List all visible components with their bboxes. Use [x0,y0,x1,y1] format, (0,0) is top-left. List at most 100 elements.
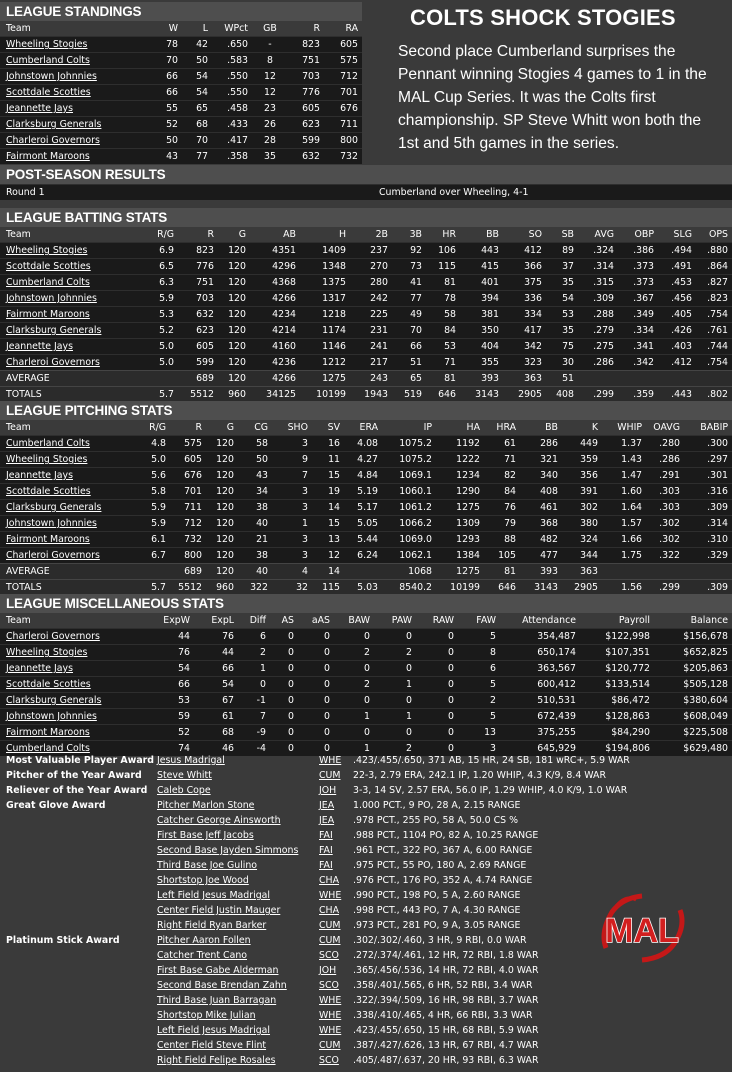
team-link[interactable]: Johnstown Johnnies [6,711,97,722]
award-team-link[interactable]: WHE [319,1023,341,1038]
award-team-link[interactable]: FAI [319,843,333,858]
award-team-link[interactable]: CUM [319,1038,341,1053]
stat-cell: .299 [646,579,684,595]
stat-cell: 71 [426,354,460,371]
award-player-link[interactable]: Right Field Ryan Barker [157,918,266,933]
team-link[interactable]: Charleroi Governors [6,135,100,146]
award-player-link[interactable]: Catcher George Ainsworth [157,813,281,828]
award-player-link[interactable]: Left Field Jesus Madrigal [157,1023,270,1038]
team-link[interactable]: Jeannette Jays [6,470,73,481]
team-link[interactable]: Clarksburg Generals [6,695,101,706]
award-team-link[interactable]: SCO [319,1053,339,1068]
team-link[interactable]: Wheeling Stogies [6,245,87,256]
award-team-link[interactable]: SCO [319,948,339,963]
team-link[interactable]: Jeannette Jays [6,341,73,352]
team-link[interactable]: Clarksburg Generals [6,502,101,513]
award-stats: .423/.455/.650, 15 HR, 68 RBI, 5.9 WAR [353,1025,539,1036]
team-link[interactable]: Fairmont Maroons [6,309,90,320]
stat-cell: 237 [350,242,392,259]
award-player-link[interactable]: Pitcher Aaron Follen [157,933,251,948]
team-link[interactable]: Fairmont Maroons [6,727,90,738]
award-team-link[interactable]: JOH [319,963,336,978]
stat-cell: 0 [334,660,374,677]
stat-cell: 356 [562,467,602,484]
award-player-link[interactable]: Caleb Cope [157,783,211,798]
team-link[interactable]: Johnstown Johnnies [6,293,97,304]
stat-cell: 412 [503,242,546,259]
stat-cell: 115 [426,258,460,275]
team-link[interactable]: Fairmont Maroons [6,534,90,545]
team-link[interactable]: Clarksburg Generals [6,119,101,130]
award-player-link[interactable]: Center Field Steve Flint [157,1038,266,1053]
team-link[interactable]: Scottdale Scotties [6,679,91,690]
stat-cell: 9 [272,451,312,468]
award-player-link[interactable]: First Base Gabe Alderman [157,963,278,978]
award-player-link[interactable]: Center Field Justin Mauger [157,903,280,918]
team-link[interactable]: Fairmont Maroons [6,151,90,162]
team-link[interactable]: Cumberland Colts [6,55,90,66]
team-cell: Jeannette Jays [0,338,148,355]
team-link[interactable]: Cumberland Colts [6,438,90,449]
award-team-link[interactable]: WHE [319,993,341,1008]
award-team-link[interactable]: WHE [319,888,341,903]
team-link[interactable]: Cumberland Colts [6,277,90,288]
award-player-link[interactable]: Third Base Juan Barragan [157,993,276,1008]
award-stats: 3-3, 14 SV, 2.57 ERA, 56.0 IP, 1.29 WHIP… [353,785,628,796]
stat-cell: .491 [658,258,696,275]
stat-cell: 0 [416,644,458,661]
team-link[interactable]: Wheeling Stogies [6,647,87,658]
average-row: AVERAGE 689 120 4266 1275 243 65 81 393 363 51 [0,370,732,387]
team-link[interactable]: Wheeling Stogies [6,454,87,465]
award-team-link[interactable]: FAI [319,858,333,873]
stat-cell: 38 [238,499,272,516]
stat-cell: 70 [392,322,426,339]
award-team-link[interactable]: JEA [319,813,334,828]
stat-cell: 0 [270,628,298,645]
stat-cell: 0 [416,724,458,741]
team-link[interactable]: Wheeling Stogies [6,39,87,50]
award-player-link[interactable]: First Base Jeff Jacobs [157,828,254,843]
award-team-link[interactable]: CUM [319,918,341,933]
award-player-link[interactable]: Shortstop Joe Wood [157,873,249,888]
award-player-link[interactable]: Steve Whitt [157,768,212,783]
award-team-link[interactable]: JOH [319,783,336,798]
team-link[interactable]: Jeannette Jays [6,663,73,674]
award-team-link[interactable]: CUM [319,768,341,783]
stat-cell: 1 [374,708,416,725]
team-link[interactable]: Charleroi Governors [6,550,100,561]
stat-cell: 6 [238,628,270,645]
award-team-link[interactable]: CHA [319,873,339,888]
award-player-link[interactable]: Second Base Brendan Zahn [157,978,287,993]
table-row: Scottdale Scotties 66 54 0 0 0 2 1 0 5 600,412 $133… [0,676,732,693]
stat-cell: 0 [270,676,298,693]
award-player-link[interactable]: Shortstop Mike Julian [157,1008,256,1023]
award-team-link[interactable]: WHE [319,753,341,768]
award-team-link[interactable]: SCO [319,978,339,993]
stat-cell: .303 [646,483,684,500]
team-link[interactable]: Scottdale Scotties [6,261,91,272]
team-link[interactable]: Johnstown Johnnies [6,71,97,82]
team-link[interactable]: Johnstown Johnnies [6,518,97,529]
column-header-row: Team R/G R G CG SHO SV ERA IP HA HRA BB K WHIP OAVG BAB… [0,420,732,436]
team-link[interactable]: Scottdale Scotties [6,87,91,98]
award-player-link[interactable]: Jesus Madrigal [157,753,225,768]
award-player-link[interactable]: Third Base Joe Gulino [157,858,257,873]
award-team-link[interactable]: FAI [319,828,333,843]
award-player-link[interactable]: Second Base Jayden Simmons [157,843,298,858]
team-link[interactable]: Charleroi Governors [6,357,100,368]
award-player-link[interactable]: Catcher Trent Cano [157,948,247,963]
award-player-link[interactable]: Right Field Felipe Rosales [157,1053,276,1068]
team-link[interactable]: Jeannette Jays [6,103,73,114]
team-link[interactable]: Charleroi Governors [6,631,100,642]
award-team-link[interactable]: CHA [319,903,339,918]
stat-cell: 575 [170,435,206,452]
stat-cell: 1192 [436,435,484,452]
award-team-link[interactable]: JEA [319,798,334,813]
team-link[interactable]: Clarksburg Generals [6,325,101,336]
award-player-link[interactable]: Left Field Jesus Madrigal [157,888,270,903]
award-player-link[interactable]: Pitcher Marlon Stone [157,798,254,813]
team-link[interactable]: Scottdale Scotties [6,486,91,497]
stat-cell: 776 [178,258,218,275]
award-team-link[interactable]: WHE [319,1008,341,1023]
award-team-link[interactable]: CUM [319,933,341,948]
